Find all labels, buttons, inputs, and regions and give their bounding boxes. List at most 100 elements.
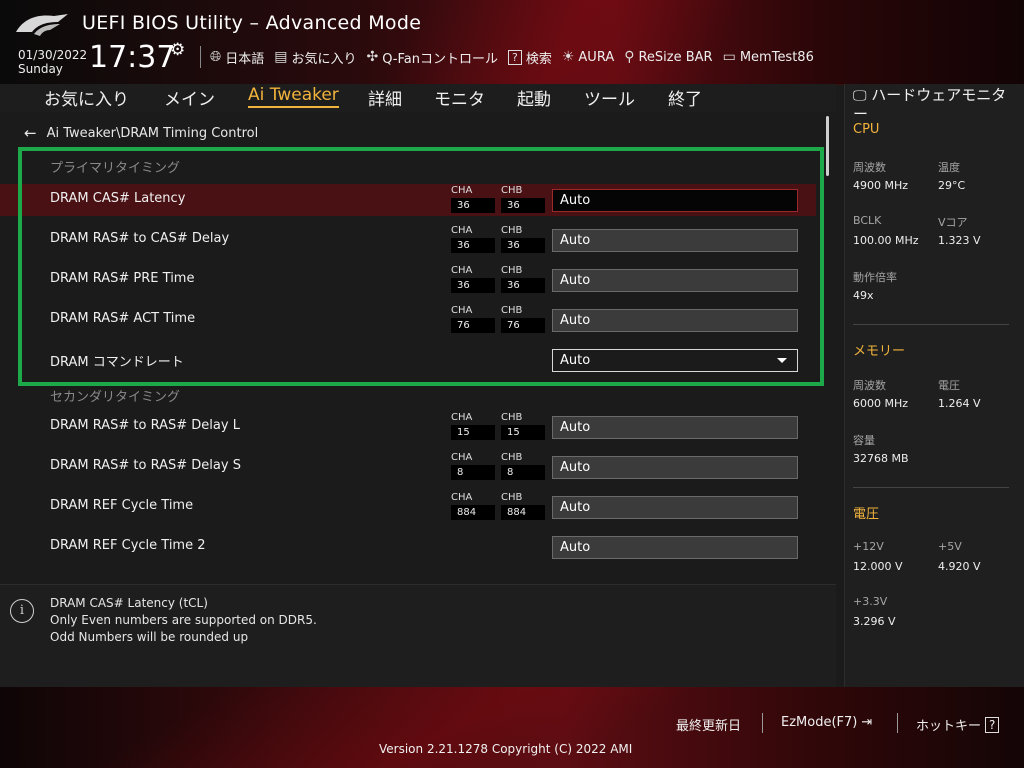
mem-freq-label: 周波数: [853, 379, 886, 392]
hotkey-button[interactable]: ホットキー ?: [916, 715, 1000, 734]
ras-pre-input[interactable]: Auto: [552, 269, 798, 292]
setting-row-rrd-l[interactable]: DRAM RAS# to RAS# Delay L CHA CHB 15 15 …: [0, 411, 816, 443]
ratio-value: 49x: [853, 289, 874, 302]
gear-icon[interactable]: ⚙: [170, 40, 185, 60]
v12-label: +12V: [853, 540, 884, 553]
ref-cycle-input[interactable]: Auto: [552, 496, 798, 519]
mem-cap-label: 容量: [853, 434, 875, 447]
setting-row-ref-cycle-2[interactable]: DRAM REF Cycle Time 2 Auto: [0, 531, 816, 563]
tab-advanced[interactable]: 詳細: [368, 85, 402, 110]
v33-value: 3.296 V: [853, 615, 896, 628]
back-arrow-icon[interactable]: ←: [24, 124, 37, 142]
setting-row-cas-latency[interactable]: DRAM CAS# Latency CHA CHB 36 36 Auto: [0, 184, 816, 216]
fan-icon: ✣: [366, 49, 379, 65]
help-key-icon: ?: [985, 716, 1000, 733]
vcore-label: Vコア: [938, 216, 968, 229]
setting-label: DRAM コマンドレート: [50, 355, 184, 370]
qfan-button[interactable]: ✣ Q-Fanコントロール: [366, 48, 498, 67]
search-label: 検索: [525, 51, 552, 67]
aura-label: AURA: [578, 49, 615, 65]
chb-label: CHB: [501, 185, 523, 196]
setting-label: DRAM RAS# ACT Time: [50, 311, 196, 326]
cha-label: CHA: [451, 412, 473, 423]
qfan-label: Q-Fanコントロール: [382, 51, 498, 67]
chb-label: CHB: [501, 265, 523, 276]
setting-row-ref-cycle[interactable]: DRAM REF Cycle Time CHA CHB 884 884 Auto: [0, 491, 816, 523]
setting-row-ras-to-cas[interactable]: DRAM RAS# to CAS# Delay CHA CHB 36 36 Au…: [0, 224, 816, 256]
date-display: 01/30/2022: [18, 48, 88, 62]
exit-arrow-icon: ⇥: [861, 715, 873, 730]
setting-row-rrd-s[interactable]: DRAM RAS# to RAS# Delay S CHA CHB 8 8 Au…: [0, 451, 816, 483]
tab-main[interactable]: メイン: [164, 85, 215, 110]
v5-label: +5V: [938, 540, 962, 553]
divider: [897, 713, 898, 733]
vcore-value: 1.323 V: [938, 234, 981, 247]
tab-exit[interactable]: 終了: [668, 85, 702, 110]
cha-value: 884: [451, 505, 495, 520]
rrd-s-input[interactable]: Auto: [552, 456, 798, 479]
rrd-l-input[interactable]: Auto: [552, 416, 798, 439]
tab-tool[interactable]: ツール: [584, 85, 635, 110]
v33-label: +3.3V: [853, 595, 888, 608]
command-rate-dropdown[interactable]: Auto: [552, 349, 798, 372]
hotkey-label: ホットキー: [916, 719, 982, 734]
aura-button[interactable]: ☀ AURA: [562, 49, 614, 65]
divider: [853, 487, 1009, 488]
setting-label: DRAM REF Cycle Time 2: [50, 538, 206, 553]
favorites-button[interactable]: ▤ お気に入り: [274, 48, 356, 67]
favorites-label: お気に入り: [291, 51, 357, 67]
chb-value: 8: [501, 465, 545, 480]
help-line: Only Even numbers are supported on DDR5.: [50, 613, 317, 627]
tab-favorites[interactable]: お気に入り: [44, 85, 129, 110]
globe-icon: 🌐︎: [210, 49, 222, 65]
ras-to-cas-input[interactable]: Auto: [552, 229, 798, 252]
tab-boot[interactable]: 起動: [517, 85, 551, 110]
version-text: Version 2.21.1278 Copyright (C) 2022 AMI: [379, 742, 633, 756]
header-bar: UEFI BIOS Utility – Advanced Mode 01/30/…: [0, 0, 1024, 85]
setting-row-ras-act[interactable]: DRAM RAS# ACT Time CHA CHB 76 76 Auto: [0, 304, 816, 336]
memtest-label: MemTest86: [739, 49, 814, 65]
secondary-timing-heading: セカンダリタイミング: [50, 390, 181, 405]
setting-row-command-rate[interactable]: DRAM コマンドレート Auto: [0, 344, 816, 376]
footer-bar: 最終更新日 EzMode(F7) ⇥ ホットキー ? Version 2.21.…: [0, 687, 1024, 768]
setting-row-ras-pre[interactable]: DRAM RAS# PRE Time CHA CHB 36 36 Auto: [0, 264, 816, 296]
ezmode-button[interactable]: EzMode(F7) ⇥: [781, 715, 872, 730]
ref-cycle-2-input[interactable]: Auto: [552, 536, 798, 559]
scrollbar[interactable]: [826, 116, 829, 176]
mem-volt-label: 電圧: [938, 379, 960, 392]
memtest-button[interactable]: ▭ MemTest86: [723, 49, 814, 65]
language-button[interactable]: 🌐︎ 日本語: [210, 48, 264, 67]
mem-volt-value: 1.264 V: [938, 397, 981, 410]
cpu-temp-value: 29°C: [938, 179, 966, 192]
settings-panel: ← Ai Tweaker\DRAM Timing Control プライマリタイ…: [0, 112, 836, 578]
chb-value: 15: [501, 425, 545, 440]
chevron-down-icon: [777, 358, 787, 363]
favorites-icon: ▤: [274, 49, 288, 65]
setting-label: DRAM RAS# to RAS# Delay S: [50, 458, 241, 473]
monitor-title: 🖵︎ ハードウェアモニター: [853, 86, 1021, 123]
cpu-freq-value: 4900 MHz: [853, 179, 909, 192]
cha-value: 76: [451, 318, 495, 333]
divider: [853, 324, 1009, 325]
monitor-title-text: ハードウェアモニター: [853, 86, 1007, 123]
search-button[interactable]: ? 検索: [507, 48, 552, 67]
chb-value: 36: [501, 278, 545, 293]
hardware-monitor-panel: 🖵︎ ハードウェアモニター CPU 周波数 温度 4900 MHz 29°C B…: [844, 84, 1024, 687]
cas-latency-input[interactable]: Auto: [552, 189, 798, 212]
monitor-icon: 🖵︎: [853, 88, 867, 104]
chb-value: 76: [501, 318, 545, 333]
tab-ai-tweaker[interactable]: Ai Tweaker: [248, 85, 339, 108]
last-modified-button[interactable]: 最終更新日: [676, 715, 741, 734]
search-icon: ?: [507, 49, 522, 65]
ratio-label: 動作倍率: [853, 271, 897, 284]
mem-cap-value: 32768 MB: [853, 452, 909, 465]
resize-bar-button[interactable]: ⚲ ReSize BAR: [624, 49, 712, 65]
day-display: Sunday: [18, 62, 63, 76]
chb-value: 36: [501, 238, 545, 253]
rog-logo-icon: [16, 14, 68, 36]
tab-monitor[interactable]: モニタ: [434, 85, 485, 110]
cha-label: CHA: [451, 225, 473, 236]
toolbar: 🌐︎ 日本語 ▤ お気に入り ✣ Q-Fanコントロール ? 検索 ☀ AURA…: [210, 46, 814, 68]
info-icon: i: [10, 599, 34, 623]
ras-act-input[interactable]: Auto: [552, 309, 798, 332]
